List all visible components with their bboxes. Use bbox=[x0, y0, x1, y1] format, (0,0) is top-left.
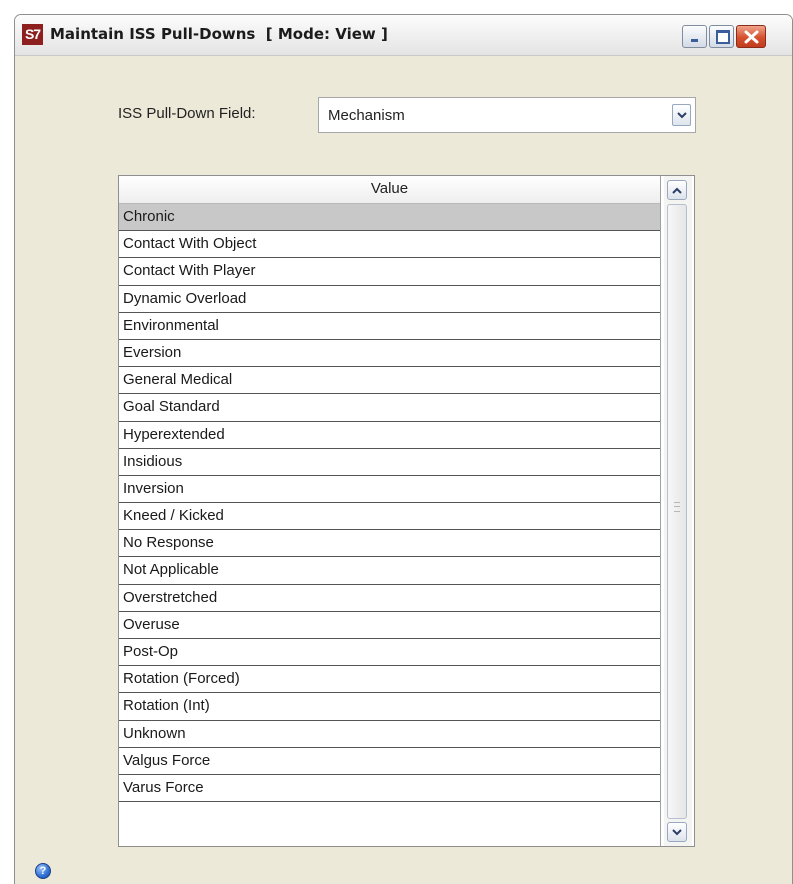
pulldown-field-label: ISS Pull-Down Field: bbox=[118, 105, 256, 122]
scroll-up-button[interactable] bbox=[667, 180, 687, 200]
table-row[interactable]: Kneed / Kicked bbox=[119, 503, 660, 531]
table-row[interactable]: Environmental bbox=[119, 313, 660, 340]
pulldown-field-select[interactable]: Mechanism bbox=[318, 97, 696, 133]
table-row[interactable]: Post-Op bbox=[119, 639, 660, 667]
chevron-down-icon bbox=[672, 829, 682, 836]
maximize-button[interactable] bbox=[709, 25, 734, 48]
table-row[interactable]: Eversion bbox=[119, 340, 660, 368]
table-row[interactable]: General Medical bbox=[119, 367, 660, 395]
app-logo-icon: S7 bbox=[22, 24, 43, 45]
column-header-value[interactable]: Value bbox=[119, 180, 660, 197]
table-row[interactable]: Overstretched bbox=[119, 585, 660, 612]
table-row[interactable]: Not Applicable bbox=[119, 557, 660, 585]
vertical-scrollbar[interactable] bbox=[664, 176, 692, 846]
scroll-down-button[interactable] bbox=[667, 822, 687, 842]
dropdown-button[interactable] bbox=[672, 104, 691, 126]
table-row[interactable]: Inversion bbox=[119, 476, 660, 504]
scrollbar-thumb[interactable] bbox=[667, 204, 687, 819]
table-row[interactable]: Varus Force bbox=[119, 775, 660, 803]
chevron-down-icon bbox=[677, 112, 687, 119]
help-icon[interactable]: ? bbox=[35, 863, 51, 879]
close-icon bbox=[744, 30, 759, 44]
grip-icon bbox=[674, 502, 680, 512]
table-row[interactable]: Chronic bbox=[119, 204, 660, 232]
table-row[interactable]: No Response bbox=[119, 530, 660, 558]
table-row[interactable]: Unknown bbox=[119, 721, 660, 748]
table-row[interactable]: Hyperextended bbox=[119, 422, 660, 449]
pulldown-field-value: Mechanism bbox=[328, 107, 405, 124]
table-row[interactable]: Contact With Object bbox=[119, 231, 660, 259]
table-header[interactable]: Value bbox=[119, 176, 660, 204]
table-row[interactable]: Rotation (Forced) bbox=[119, 666, 660, 694]
table-row[interactable]: Dynamic Overload bbox=[119, 286, 660, 313]
close-button[interactable] bbox=[736, 25, 766, 48]
table-row[interactable]: Insidious bbox=[119, 449, 660, 476]
table-row[interactable]: Rotation (Int) bbox=[119, 693, 660, 721]
window-title: Maintain ISS Pull-Downs [ Mode: View ] bbox=[50, 25, 388, 43]
table-row[interactable]: Goal Standard bbox=[119, 394, 660, 422]
table-row[interactable]: Contact With Player bbox=[119, 258, 660, 286]
help-glyph: ? bbox=[39, 865, 47, 877]
column-divider bbox=[660, 176, 661, 846]
table-row[interactable]: Valgus Force bbox=[119, 748, 660, 775]
title-bar[interactable]: S7 Maintain ISS Pull-Downs [ Mode: View … bbox=[15, 15, 792, 56]
table-body: Chronic Contact With Object Contact With P… bbox=[119, 204, 660, 803]
values-table: Value Chronic Contact With Object Contact … bbox=[118, 175, 695, 847]
minimize-button[interactable] bbox=[682, 25, 707, 48]
maintain-iss-window: S7 Maintain ISS Pull-Downs [ Mode: View … bbox=[14, 14, 793, 884]
table-row[interactable]: Overuse bbox=[119, 612, 660, 639]
chevron-up-icon bbox=[672, 187, 682, 194]
